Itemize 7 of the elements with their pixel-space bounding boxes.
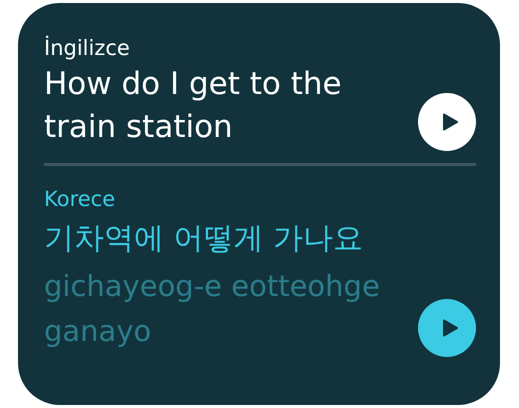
translated-phrase: 기차역에 어떻게 가나요 [44,220,364,258]
play-icon [442,113,458,131]
source-phrase: How do I get to the train station [44,65,343,147]
language-label: İngilizce [44,34,131,62]
play-icon [442,319,458,337]
romanization-text: gichayeog-e eotteohge ganayo [44,268,381,350]
language-label: Korece [44,186,116,213]
